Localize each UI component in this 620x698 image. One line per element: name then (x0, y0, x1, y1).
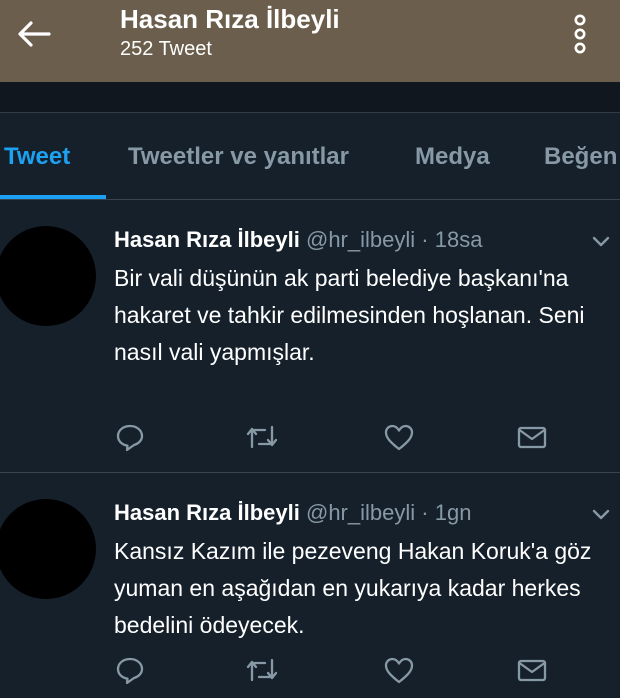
profile-tabs: Tweet Tweetler ve yanıtlar Medya Beğen (0, 113, 620, 200)
heart-icon (384, 657, 414, 684)
author-handle[interactable]: @hr_ilbeyli (306, 500, 415, 525)
tab-likes[interactable]: Beğen (544, 143, 617, 171)
envelope-icon (517, 426, 547, 449)
like-button[interactable] (382, 420, 416, 454)
author-handle[interactable]: @hr_ilbeyli (306, 227, 415, 252)
tab-media[interactable]: Medya (415, 143, 490, 171)
back-button[interactable] (14, 14, 54, 54)
avatar[interactable] (0, 499, 96, 599)
tweet-text: Bir vali düşünün ak parti belediye başka… (114, 265, 585, 365)
like-button[interactable] (382, 653, 416, 687)
chevron-down-icon[interactable] (590, 503, 612, 525)
profile-banner-edge (0, 82, 620, 113)
reply-icon (116, 424, 144, 452)
heart-icon (384, 424, 414, 451)
separator-dot: · (421, 227, 429, 252)
tweet-header: Hasan Rıza İlbeyli @hr_ilbeyli · 18sa (114, 226, 482, 254)
tab-tweets[interactable]: Tweet (4, 143, 70, 171)
tweet-count: 252 Tweet (120, 38, 212, 60)
retweet-button[interactable] (245, 653, 279, 687)
tweet-time: 1gn (434, 500, 472, 525)
retweet-icon (246, 658, 278, 682)
tweet-item[interactable]: Hasan Rıza İlbeyli @hr_ilbeyli · 1gn Kan… (0, 473, 620, 698)
author-name[interactable]: Hasan Rıza İlbeyli (114, 500, 300, 525)
profile-title: Hasan Rıza İlbeyli (120, 4, 340, 34)
author-name[interactable]: Hasan Rıza İlbeyli (114, 227, 300, 252)
direct-message-button[interactable] (515, 420, 549, 454)
more-options-button[interactable] (560, 12, 600, 56)
direct-message-button[interactable] (515, 653, 549, 687)
arrow-left-icon (18, 21, 51, 47)
tweet-item[interactable]: Hasan Rıza İlbeyli @hr_ilbeyli · 18sa Bi… (0, 200, 620, 473)
retweet-icon (246, 425, 278, 449)
tweet-time: 18sa (434, 227, 483, 252)
tab-tweets-and-replies[interactable]: Tweetler ve yanıtlar (128, 143, 349, 171)
profile-header: Hasan Rıza İlbeyli 252 Tweet (120, 4, 340, 62)
separator-dot: · (421, 500, 429, 525)
avatar[interactable] (0, 226, 96, 326)
top-app-bar: Hasan Rıza İlbeyli 252 Tweet (0, 0, 620, 82)
reply-icon (116, 657, 144, 685)
reply-button[interactable] (113, 420, 147, 454)
chevron-down-icon[interactable] (590, 230, 612, 252)
reply-button[interactable] (113, 653, 147, 687)
envelope-icon (517, 659, 547, 682)
tweet-text: Kansız Kazım ile pezeveng Hakan Koruk'a … (114, 538, 592, 638)
more-vertical-icon (574, 14, 586, 54)
active-tab-indicator (0, 195, 106, 199)
retweet-button[interactable] (245, 420, 279, 454)
tweet-header: Hasan Rıza İlbeyli @hr_ilbeyli · 1gn (114, 499, 471, 527)
